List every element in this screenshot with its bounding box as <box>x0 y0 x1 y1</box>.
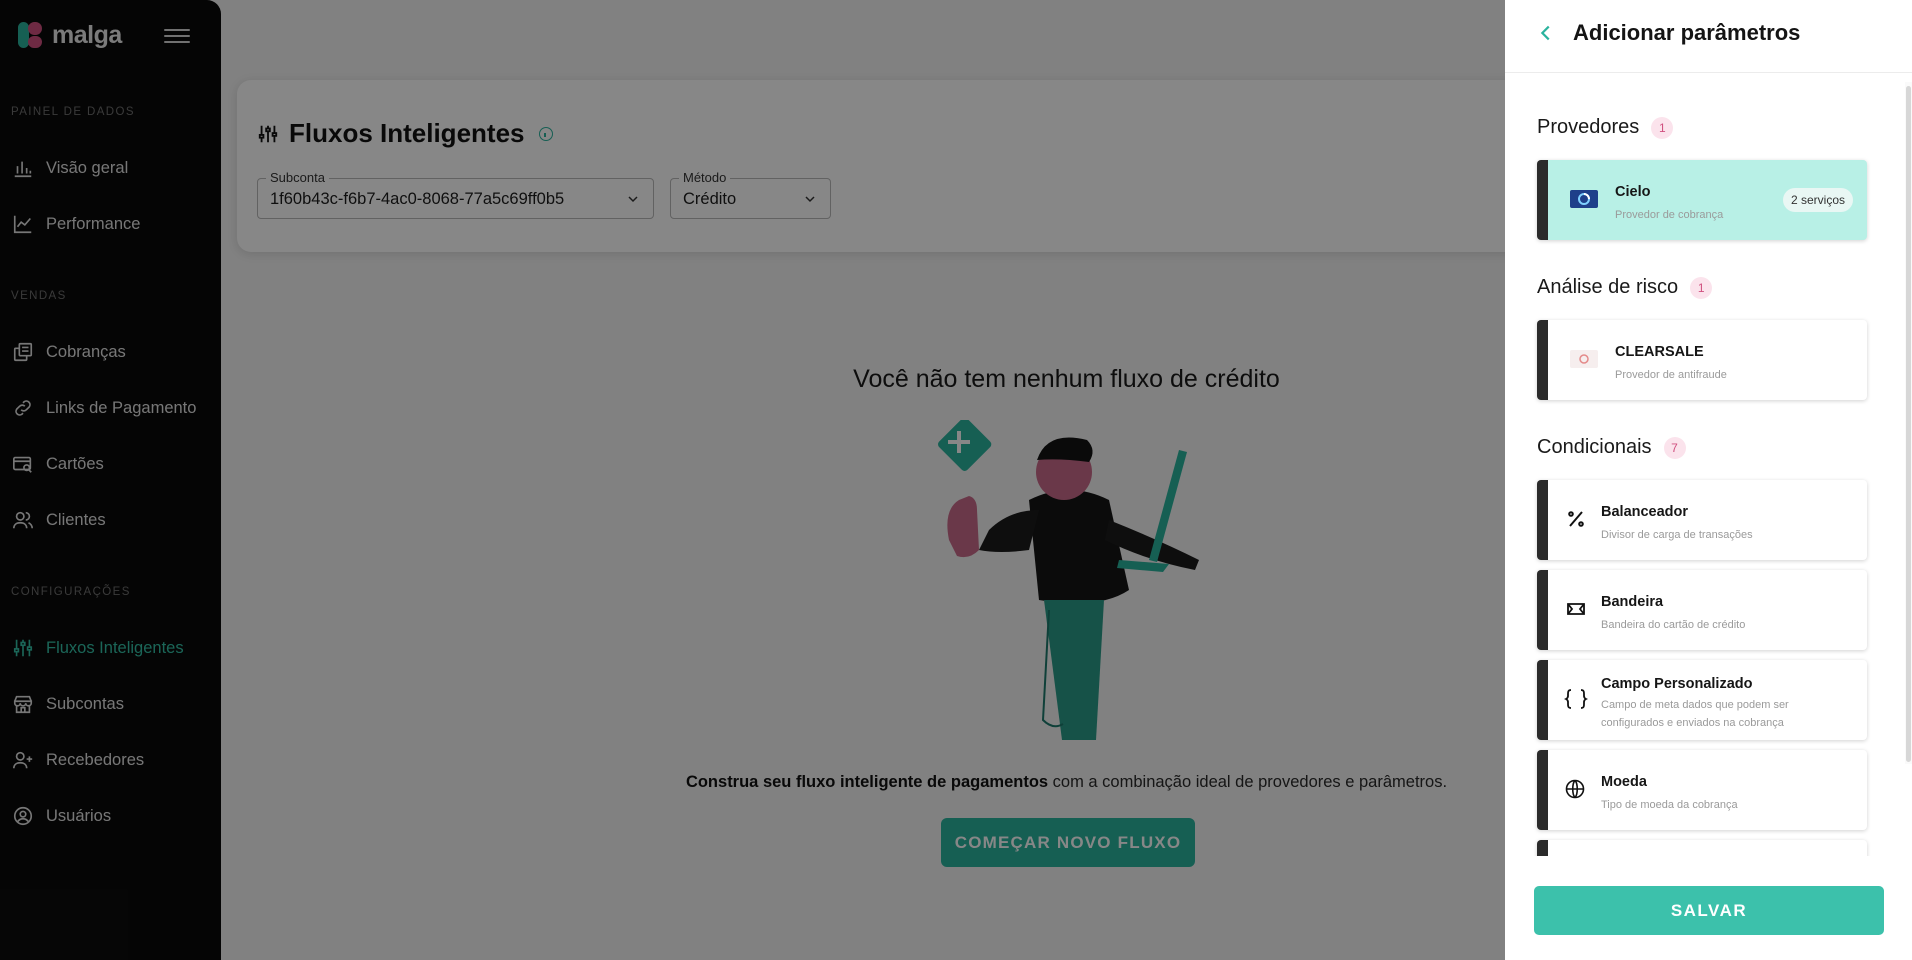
flag-icon <box>1567 603 1585 615</box>
conditional-subtitle: Divisor de carga de transações <box>1601 529 1753 541</box>
conditional-subtitle: Tipo de moeda da cobrança <box>1601 799 1738 811</box>
drawer-body: Provedores 1 Cielo Provedor de cobrança … <box>1505 74 1912 856</box>
condicionais-heading: Condicionais 7 <box>1537 436 1686 459</box>
conditional-subtitle: Campo de meta dados que podem ser config… <box>1601 699 1789 729</box>
condicionais-title: Condicionais <box>1537 436 1652 458</box>
conditional-subtitle: Bandeira do cartão de crédito <box>1601 619 1746 631</box>
conditional-item-campo-personalizado[interactable]: Campo Personalizado Campo de meta dados … <box>1537 660 1867 740</box>
clearsale-logo-icon <box>1570 350 1598 368</box>
conditional-item-balanceador[interactable]: Balanceador Divisor de carga de transaçõ… <box>1537 480 1867 560</box>
services-count-badge: 2 serviços <box>1782 188 1853 212</box>
globe-icon <box>1565 779 1585 799</box>
cielo-logo-icon <box>1570 190 1598 208</box>
provedores-title: Provedores <box>1537 116 1640 138</box>
percent-icon <box>1568 511 1584 527</box>
provider-item-cielo[interactable]: Cielo Provedor de cobrança 2 serviços <box>1537 160 1867 240</box>
condicionais-count-badge: 7 <box>1663 436 1686 459</box>
drawer-scrollbar-thumb[interactable] <box>1906 86 1911 762</box>
save-button[interactable]: SALVAR <box>1534 886 1884 935</box>
conditional-title: Balanceador <box>1601 504 1689 520</box>
add-parameters-drawer: Adicionar parâmetros Provedores 1 Cielo … <box>1505 0 1912 960</box>
risco-title: Análise de risco <box>1537 276 1679 298</box>
conditional-title: Moeda <box>1601 774 1647 790</box>
risco-count-badge: 1 <box>1690 276 1713 299</box>
risco-heading: Análise de risco 1 <box>1537 276 1713 299</box>
conditional-title: Bandeira <box>1601 594 1664 610</box>
risk-title: CLEARSALE <box>1615 344 1704 360</box>
drawer-title: Adicionar parâmetros <box>1573 20 1801 45</box>
braces-icon <box>1564 689 1588 709</box>
drawer-footer: SALVAR <box>1505 856 1912 960</box>
risk-item-clearsale[interactable]: CLEARSALE Provedor de antifraude <box>1537 320 1867 400</box>
provider-title: Cielo <box>1615 184 1651 200</box>
conditional-item-moeda[interactable]: Moeda Tipo de moeda da cobrança <box>1537 750 1867 830</box>
drawer-header: Adicionar parâmetros <box>1505 0 1912 73</box>
provedores-heading: Provedores 1 <box>1537 116 1674 139</box>
conditional-item-partial[interactable] <box>1537 840 1867 856</box>
back-chevron-icon[interactable] <box>1535 22 1557 44</box>
provedores-count-badge: 1 <box>1651 116 1674 139</box>
risk-subtitle: Provedor de antifraude <box>1615 369 1727 381</box>
conditional-title: Campo Personalizado <box>1601 676 1753 692</box>
conditional-item-bandeira[interactable]: Bandeira Bandeira do cartão de crédito <box>1537 570 1867 650</box>
